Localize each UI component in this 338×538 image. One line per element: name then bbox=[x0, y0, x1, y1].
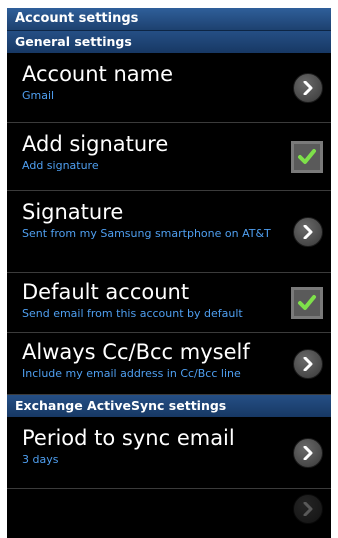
chevron-right-icon[interactable] bbox=[293, 348, 323, 379]
chevron-right-icon[interactable] bbox=[293, 437, 323, 468]
setting-title: Default account bbox=[22, 280, 190, 304]
setting-row-default-account[interactable]: Default account Send email from this acc… bbox=[7, 273, 331, 333]
setting-subtitle: Sent from my Samsung smartphone on AT&T bbox=[22, 227, 271, 240]
setting-title: Add signature bbox=[22, 132, 169, 156]
setting-title: Account name bbox=[22, 62, 174, 86]
setting-subtitle: 3 days bbox=[22, 453, 59, 466]
setting-row-partial[interactable] bbox=[7, 489, 331, 529]
setting-row-always-cc-bcc[interactable]: Always Cc/Bcc myself Include my email ad… bbox=[7, 333, 331, 395]
setting-subtitle: Include my email address in Cc/Bcc line bbox=[22, 367, 241, 380]
setting-row-signature[interactable]: Signature Sent from my Samsung smartphon… bbox=[7, 191, 331, 273]
setting-row-add-signature[interactable]: Add signature Add signature bbox=[7, 123, 331, 191]
setting-subtitle: Send email from this account by default bbox=[22, 307, 243, 320]
chevron-right-icon[interactable] bbox=[293, 494, 323, 524]
chevron-right-icon[interactable] bbox=[293, 72, 323, 103]
settings-screen: Account settings General settings Accoun… bbox=[7, 8, 331, 538]
setting-subtitle: Gmail bbox=[22, 89, 55, 102]
setting-subtitle: Add signature bbox=[22, 159, 99, 172]
section-header-general: General settings bbox=[7, 31, 331, 53]
setting-title: Period to sync email bbox=[22, 426, 235, 450]
default-account-checkbox[interactable] bbox=[291, 286, 323, 319]
setting-title: Always Cc/Bcc myself bbox=[22, 340, 250, 364]
setting-row-account-name[interactable]: Account name Gmail bbox=[7, 53, 331, 123]
setting-row-period-to-sync[interactable]: Period to sync email 3 days bbox=[7, 417, 331, 489]
chevron-right-icon[interactable] bbox=[293, 216, 323, 247]
title-bar: Account settings bbox=[7, 8, 331, 31]
add-signature-checkbox[interactable] bbox=[291, 140, 323, 173]
section-header-exchange: Exchange ActiveSync settings bbox=[7, 395, 331, 417]
setting-title: Signature bbox=[22, 200, 124, 224]
